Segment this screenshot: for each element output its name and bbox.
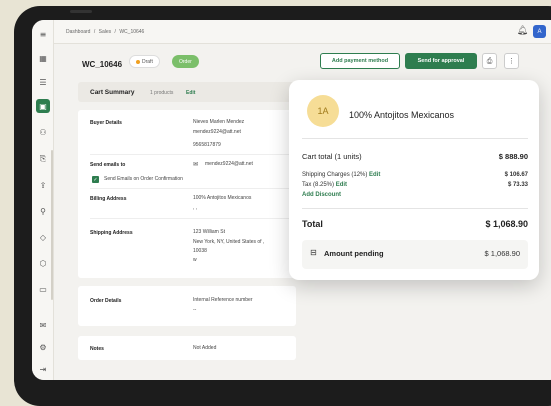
tag-icon[interactable]: ◇ <box>36 230 50 244</box>
total-label: Total <box>302 219 323 229</box>
send-for-approval-button[interactable]: Send for approval <box>405 53 477 69</box>
divider <box>302 208 528 209</box>
order-id-title: WC_10646 <box>82 60 123 69</box>
rocket-icon[interactable]: ⇪ <box>36 178 50 192</box>
pdf-icon[interactable]: ⎙ <box>482 53 497 69</box>
cart-total-row: Cart total (1 units) $ 888.90 <box>302 152 528 161</box>
buyer-email: mendez9224@att.net <box>193 129 241 135</box>
person-icon[interactable]: ⚲ <box>36 204 50 218</box>
user-avatar[interactable]: A <box>533 25 546 38</box>
camera <box>70 10 92 13</box>
sidebar-scrollbar[interactable] <box>51 150 53 300</box>
email-confirmation-checkbox[interactable]: ✓ <box>92 176 99 183</box>
notes-value: Not Added <box>193 345 217 351</box>
shipping-charges-value: $ 106.67 <box>504 172 528 178</box>
shipping-edit-link[interactable]: Edit <box>369 172 380 178</box>
add-payment-method-button[interactable]: Add payment method <box>320 53 400 69</box>
tax-row: Tax (8.25%) Edit $ 73.33 <box>302 182 528 188</box>
tax-edit-link[interactable]: Edit <box>336 182 347 188</box>
tax-label: Tax (8.25%) <box>302 182 335 188</box>
breadcrumb: Dashboard / Sales / WC_10646 <box>66 29 146 35</box>
cart-summary-title: Cart Summary <box>90 89 135 96</box>
buyer-details-label: Buyer Details <box>90 120 122 126</box>
shipping-charges-label: Shipping Charges (12%) <box>302 172 368 178</box>
add-discount-row: Add Discount <box>302 192 528 198</box>
draft-label: Draft <box>142 58 153 65</box>
buyer-name: Nieves Marlen Mendez <box>193 119 245 125</box>
list-icon[interactable]: ☰ <box>36 75 50 89</box>
envelope-icon: ✉ <box>193 161 199 168</box>
sidebar: ≡ ▦ ☰ ▣ ⚇ ⎘ ⇪ ⚲ ◇ ⬡ ▭ ✉ ⚙ ⇥ <box>32 20 54 380</box>
settings-icon[interactable]: ⚙ <box>36 340 50 354</box>
order-details-label: Order Details <box>90 298 122 304</box>
total-value: $ 1,068.90 <box>485 219 528 229</box>
billing-line-1: 100% Antojitos Mexicanos <box>193 195 252 201</box>
divider <box>90 218 290 219</box>
breadcrumb-current: WC_10646 <box>119 29 145 35</box>
amount-pending-value: $ 1,068.90 <box>484 249 520 258</box>
shipping-line-2: New York, NY, United States of , <box>193 239 265 245</box>
buyer-phone: 9565817879 <box>193 142 221 148</box>
cart-summary-header[interactable]: Cart Summary 1 products Edit <box>78 82 296 102</box>
cart-total-label: Cart total (1 units) <box>302 152 362 161</box>
shipping-charges-row: Shipping Charges (12%) Edit $ 106.67 <box>302 172 528 178</box>
draft-badge: Draft <box>129 55 160 68</box>
menu-icon[interactable]: ≡ <box>36 27 50 41</box>
order-badge: Order <box>172 55 199 68</box>
document-icon[interactable]: ⎘ <box>36 152 50 166</box>
bell-icon[interactable]: 🔔︎ <box>517 26 528 36</box>
email-confirmation-label: Send Emails on Order Confirmation <box>104 176 183 182</box>
total-row: Total $ 1,068.90 <box>302 219 528 229</box>
more-icon[interactable]: ⋮ <box>504 53 519 69</box>
amount-pending-box: ⊟ Amount pending $ 1,068.90 <box>302 240 528 269</box>
shipping-address-label: Shipping Address <box>90 230 133 236</box>
billing-line-2: , , <box>193 205 198 211</box>
cart-total-popover: 1A 100% Antojitos Mexicanos Cart total (… <box>289 80 539 280</box>
logout-icon[interactable]: ⇥ <box>36 362 50 376</box>
cart-edit-link[interactable]: Edit <box>186 90 195 96</box>
tax-value: $ 73.33 <box>507 182 528 188</box>
folder-icon[interactable]: ▭ <box>36 282 50 296</box>
shipping-line-4: w <box>193 257 197 263</box>
mail-icon[interactable]: ✉ <box>36 318 50 332</box>
top-bar: Dashboard / Sales / WC_10646 🔔︎ A <box>54 20 551 44</box>
order-details-card: Buyer Details Nieves Marlen Mendez mende… <box>78 110 296 278</box>
dashboard-icon[interactable]: ▦ <box>36 51 50 65</box>
add-discount-link[interactable]: Add Discount <box>302 192 341 198</box>
box-icon[interactable]: ⬡ <box>36 256 50 270</box>
order-details-section: Order Details Internal Reference number … <box>78 286 296 326</box>
divider <box>90 154 290 155</box>
breadcrumb-sales[interactable]: Sales <box>99 29 112 35</box>
customer-avatar: 1A <box>307 95 339 127</box>
wallet-icon: ⊟ <box>310 248 317 257</box>
billing-address-label: Billing Address <box>90 196 127 202</box>
divider <box>302 138 528 139</box>
breadcrumb-separator: / <box>114 29 116 35</box>
orders-icon[interactable]: ▣ <box>36 99 50 113</box>
divider <box>90 188 290 189</box>
send-emails-label: Send emails to <box>90 162 126 168</box>
shipping-line-1: 123 William St <box>193 229 225 235</box>
breadcrumb-separator: / <box>93 29 96 35</box>
cart-product-count: 1 products <box>150 90 174 96</box>
notes-section: Notes Not Added <box>78 336 296 360</box>
internal-reference-label: Internal Reference number <box>193 297 253 303</box>
send-emails-address: mendez9224@att.net <box>205 161 253 167</box>
amount-pending-label: Amount pending <box>324 249 384 258</box>
app-screen: ≡ ▦ ☰ ▣ ⚇ ⎘ ⇪ ⚲ ◇ ⬡ ▭ ✉ ⚙ ⇥ Dashboard / … <box>32 20 551 380</box>
cart-total-value: $ 888.90 <box>498 152 528 161</box>
notes-label: Notes <box>90 346 104 352</box>
breadcrumb-dashboard[interactable]: Dashboard <box>66 29 90 35</box>
users-icon[interactable]: ⚇ <box>36 125 50 139</box>
customer-name: 100% Antojitos Mexicanos <box>349 110 455 120</box>
shipping-line-3: 10038 <box>193 248 207 254</box>
draft-dot <box>136 59 140 64</box>
internal-reference-value: -- <box>193 307 197 313</box>
